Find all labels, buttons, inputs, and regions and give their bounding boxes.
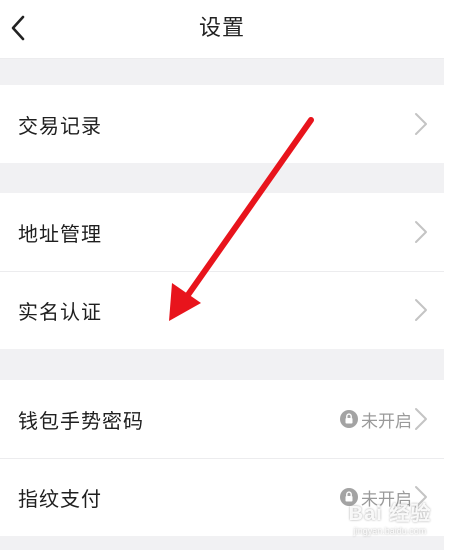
- chevron-right-icon: [415, 113, 427, 135]
- row-label: 指纹支付: [18, 486, 102, 511]
- lock-icon: [340, 488, 358, 506]
- row-wallet-gesture-password[interactable]: 钱包手势密码 未开启: [0, 380, 444, 458]
- chevron-right-icon: [415, 221, 427, 243]
- row-transaction-records[interactable]: 交易记录: [0, 85, 444, 163]
- lock-icon: [340, 410, 358, 428]
- status-text: 未开启: [361, 489, 412, 510]
- chevron-right-icon: [415, 486, 427, 508]
- row-label: 交易记录: [18, 113, 102, 138]
- row-address-management[interactable]: 地址管理: [0, 193, 444, 271]
- group-account: 地址管理 实名认证: [0, 193, 444, 349]
- row-fingerprint-payment[interactable]: 指纹支付 未开启: [0, 458, 444, 536]
- chevron-right-icon: [415, 299, 427, 321]
- screen-edge: [444, 0, 450, 550]
- chevron-right-icon: [415, 408, 427, 430]
- row-real-name-verification[interactable]: 实名认证: [0, 271, 444, 349]
- page-title: 设置: [198, 16, 245, 41]
- nav-bar: 设置: [0, 0, 444, 59]
- settings-screen: 设置 交易记录 地址管理 实名认证 钱包手势密码 未开启 指纹支付 未开启: [0, 0, 444, 550]
- row-label: 地址管理: [18, 221, 102, 246]
- group-transactions: 交易记录: [0, 85, 444, 163]
- row-label: 钱包手势密码: [18, 408, 144, 433]
- group-security: 钱包手势密码 未开启 指纹支付 未开启: [0, 380, 444, 536]
- row-label: 实名认证: [18, 299, 102, 324]
- status-text: 未开启: [361, 411, 412, 432]
